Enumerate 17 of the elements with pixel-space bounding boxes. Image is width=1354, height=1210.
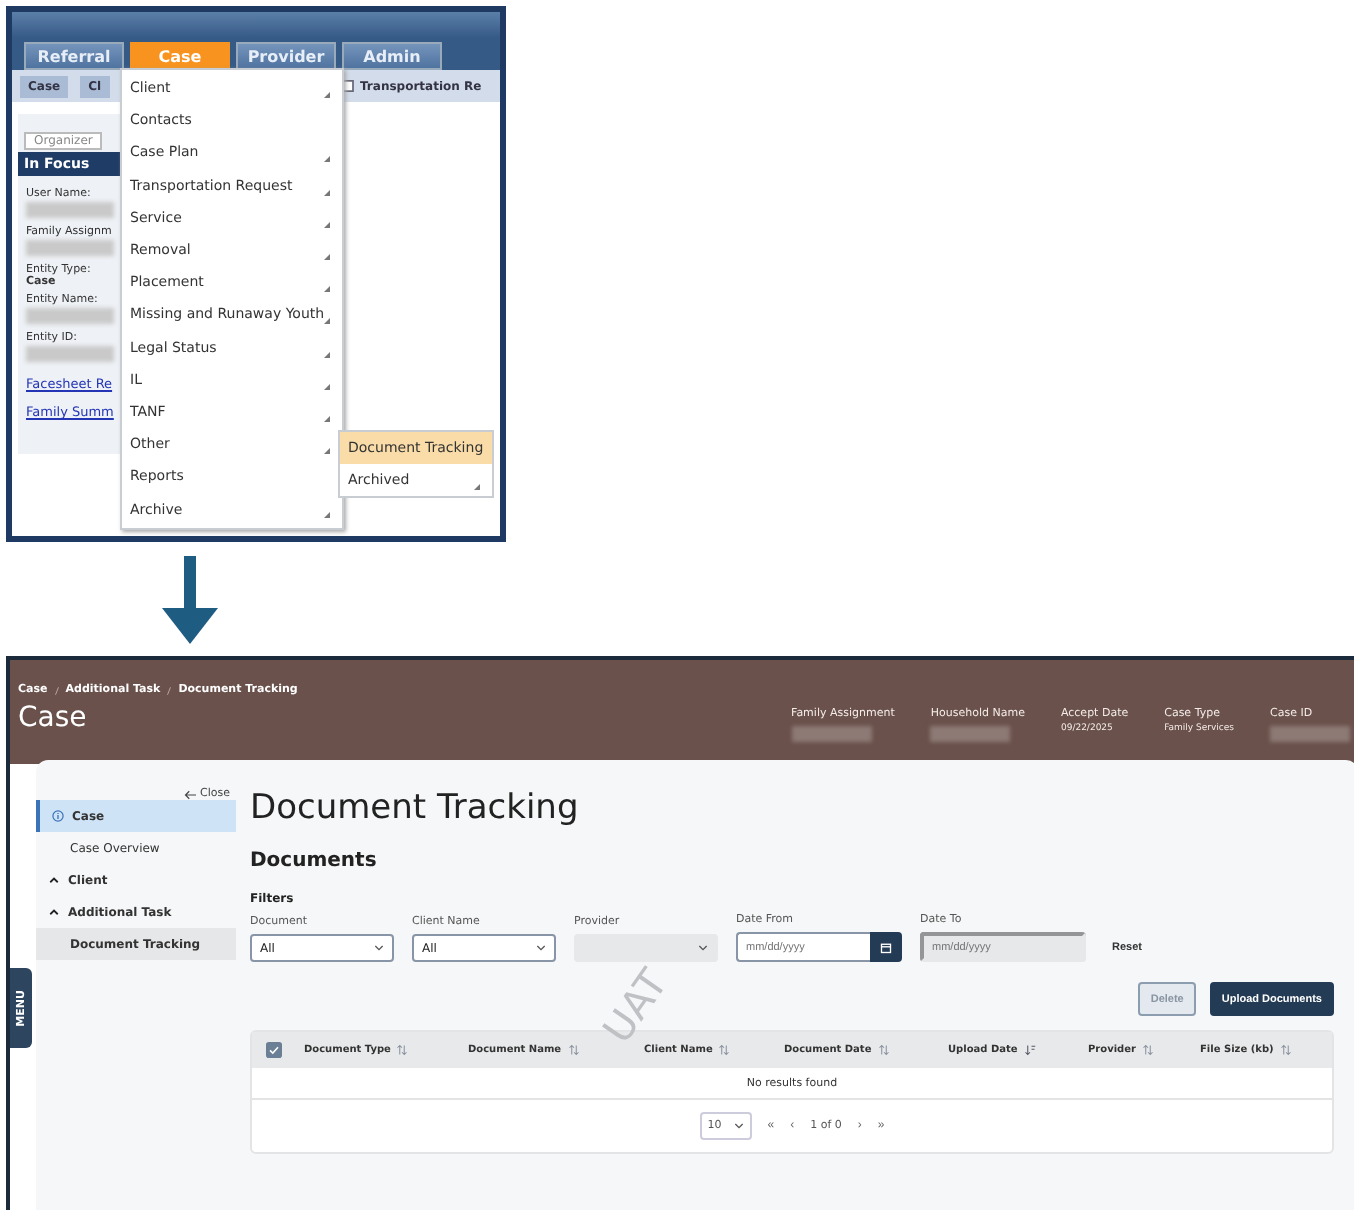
separator-icon — [166, 685, 173, 695]
select-all-checkbox[interactable] — [266, 1042, 282, 1058]
page-header-title: Case — [18, 702, 89, 734]
chevron-down-icon — [374, 944, 384, 952]
calendar-icon — [880, 941, 892, 953]
info-icon — [52, 810, 64, 822]
separator-icon — [53, 685, 60, 695]
section-title: Documents — [250, 850, 379, 872]
chevron-down-icon — [733, 1122, 744, 1130]
calendar-button[interactable] — [870, 932, 902, 962]
chevron-down-icon — [536, 944, 546, 952]
left-arrow-icon — [184, 789, 197, 799]
page-title: Document Tracking — [250, 788, 581, 828]
chevron-up-icon — [48, 874, 60, 886]
chevron-up-icon — [48, 906, 60, 918]
chevron-down-icon — [698, 944, 708, 952]
down-arrow — [162, 555, 218, 643]
